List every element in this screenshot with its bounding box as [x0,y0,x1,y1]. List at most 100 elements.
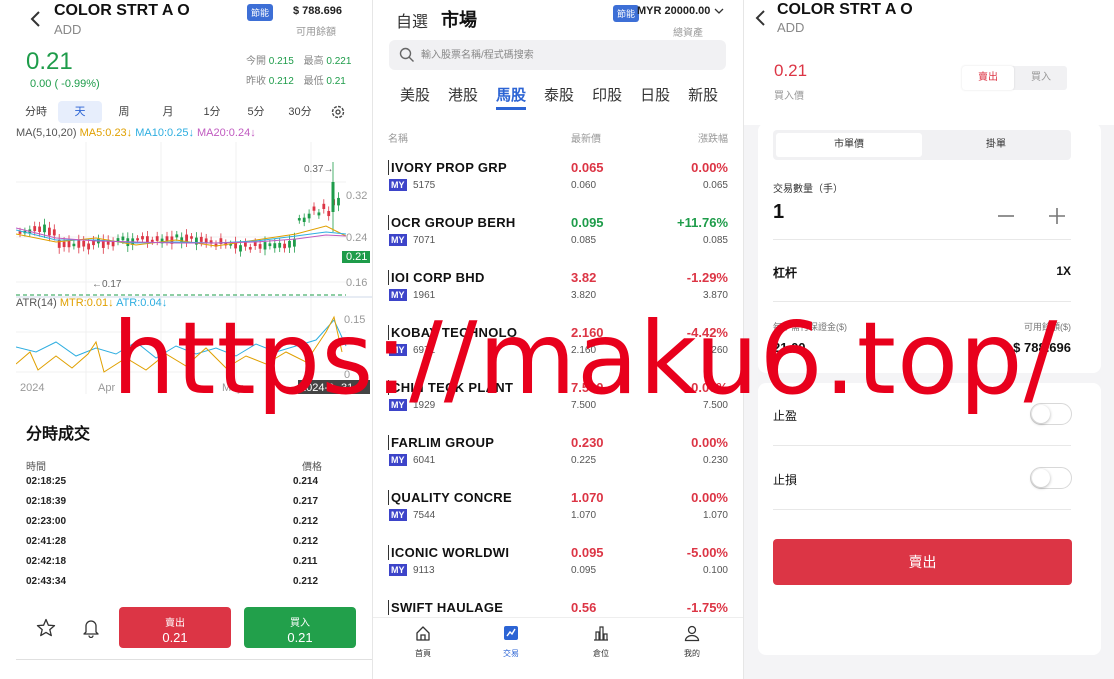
x-tick-label: Apr [98,382,115,394]
stock-code: 9113 [413,565,435,576]
chevron-down-icon[interactable] [714,7,724,15]
price-chart[interactable]: 0.32 0.24 0.21 0.16 0.37→ ←0.17 0.15 0 2024 Apr Ma… [16,142,372,402]
timeframe-tab[interactable]: 1分 [190,101,234,123]
stock-row[interactable]: QUALITY CONCRE MY 7544 1.070 1.070 0.00% 1.070 [388,490,728,545]
stock-prev-close: 0.085 [702,235,728,246]
market-tab[interactable]: 美股 [400,84,430,110]
market-tabs: 美股 港股 馬股 泰股 印股 日股 新股 [400,84,730,112]
stock-row[interactable]: IOI CORP BHD MY 1961 3.82 3.820 -1.29% 3.870 [388,270,728,325]
timeframe-tab[interactable]: 5分 [234,101,278,123]
timeframe-tab[interactable]: 周 [102,101,146,123]
submit-sell-button[interactable]: 賣出 [773,539,1072,585]
market-tab[interactable]: 日股 [640,84,670,110]
quantity-minus-icon[interactable] [994,205,1018,227]
stock-prev-close: 7.500 [702,400,728,411]
take-profit-label: 止盈 [773,409,798,423]
trade-row: 02:23:00 0.212 [26,516,320,536]
timeframe-tab[interactable]: 30分 [278,101,322,123]
available-balance-label: 可用餘額($) [1024,322,1071,332]
candle-body [337,197,340,206]
candle-body [307,213,311,219]
search-input[interactable] [421,40,711,70]
back-arrow-icon[interactable] [754,8,768,28]
time-sales-panel: 分時成交 時間 價格 02:18:25 0.214 02:18:39 0.217 02:… [16,406,372,606]
market-tag: MY [389,344,407,356]
alert-bell-icon[interactable] [82,618,100,638]
stat-label: 最高 [303,56,324,67]
divider [773,509,1071,510]
order-type-market[interactable]: 市單價 [776,133,922,157]
bottom-nav-item[interactable]: 首頁 [398,624,448,659]
candle-body [48,227,51,236]
candle-body [283,243,286,249]
stock-name: CHIN TECK PLANT [388,380,513,395]
stock-row[interactable]: CHIN TECK PLANT MY 1929 7.500 7.500 0.00% 7.50… [388,380,728,435]
account-amount: $ 788.696 [293,5,342,17]
take-profit-toggle[interactable] [1030,403,1072,425]
market-tab[interactable]: 馬股 [496,84,527,110]
sell-button[interactable]: 賣出 0.21 [119,607,231,648]
atr-tick-label: 0 [344,369,350,381]
atr-value: ATR:0.04↓ [116,297,168,309]
stock-row[interactable]: IVORY PROP GRP MY 5175 0.065 0.060 0.00% 0.065 [388,160,728,215]
order-header: COLOR STRT A O ADD 0.21 買入價 賣出 買入 [744,0,1114,125]
nav-watchlist[interactable]: 自選 [396,8,428,32]
bottom-nav-item[interactable]: 我的 [667,624,717,659]
stock-row[interactable]: OCR GROUP BERH MY 7071 0.095 0.085 +11.76% 0.0… [388,215,728,270]
side-toggle: 賣出 買入 [962,66,1067,90]
quantity-plus-icon[interactable] [1045,205,1069,227]
candle-body [288,240,291,248]
trade-time: 02:23:00 [26,516,67,527]
quantity-value[interactable]: 1 [773,201,784,224]
side-buy-tab[interactable]: 買入 [1015,66,1067,90]
buy-button[interactable]: 買入 0.21 [244,607,356,648]
market-tab[interactable]: 泰股 [544,84,574,110]
market-tag: MY [389,234,407,246]
nav-market[interactable]: 市場 [441,6,477,32]
stock-price: 7.500 [571,380,604,395]
candle-body [263,242,267,250]
candle-body [244,242,247,247]
candle-body [72,243,76,247]
market-tab[interactable]: 新股 [688,84,718,110]
candle-body [302,217,306,223]
market-tab[interactable]: 印股 [592,84,622,110]
stock-row[interactable]: KOBAY TECHNOLO MY 6971 2.160 2.160 -4.42% 2.26… [388,325,728,380]
trade-time: 02:43:34 [26,576,67,587]
order-form-card: 市單價 掛單 交易數量（手） 1 杠杆 1X 每手需付保證金($) 21.00 … [758,123,1101,373]
market-tab[interactable]: 港股 [448,84,478,110]
y-tick-label: 0.32 [346,190,367,202]
account-label: 可用餘額 [296,27,336,38]
bottom-nav-item[interactable]: 交易 [486,624,536,659]
stat-value: 0.215 [268,56,294,67]
timeframe-tab[interactable]: 月 [146,101,190,123]
stock-change: 0.00% [691,380,728,395]
low-annotation: ←0.17 [92,279,122,290]
candle-body [327,210,331,217]
settings-gear-icon[interactable] [330,104,346,120]
favorite-star-icon[interactable] [36,618,56,638]
stop-loss-toggle[interactable] [1030,467,1072,489]
leverage-value[interactable]: 1X [1056,264,1071,278]
stock-row[interactable]: FARLIM GROUP MY 6041 0.230 0.225 0.00% 0.230 [388,435,728,490]
stock-price: 0.230 [571,435,604,450]
stock-change: -1.75% [686,600,728,615]
stock-price: 1.070 [571,490,604,505]
stock-name: COLOR STRT A O [54,2,190,19]
bottom-nav-item[interactable]: 倉位 [576,624,626,659]
back-arrow-icon[interactable] [28,8,44,30]
order-type-limit[interactable]: 掛單 [923,133,1069,157]
candle-body [62,241,66,248]
timeframe-tab[interactable]: 分時 [14,101,58,123]
stock-row[interactable]: ICONIC WORLDWI MY 9113 0.095 0.095 -5.00% 0.10… [388,545,728,600]
stock-prev-close: 0.100 [702,565,728,576]
stock-change: -1.29% [686,270,728,285]
y-tick-label: 0.24 [346,232,367,244]
stat-value: 0.221 [326,56,352,67]
timeframe-tab[interactable]: 天 [58,101,102,123]
stock-name: OCR GROUP BERH [388,215,516,230]
side-sell-tab[interactable]: 賣出 [962,66,1014,90]
candle-body [165,236,169,242]
stock-prev-price: 7.500 [571,400,597,411]
market-tag: MY [389,399,407,411]
